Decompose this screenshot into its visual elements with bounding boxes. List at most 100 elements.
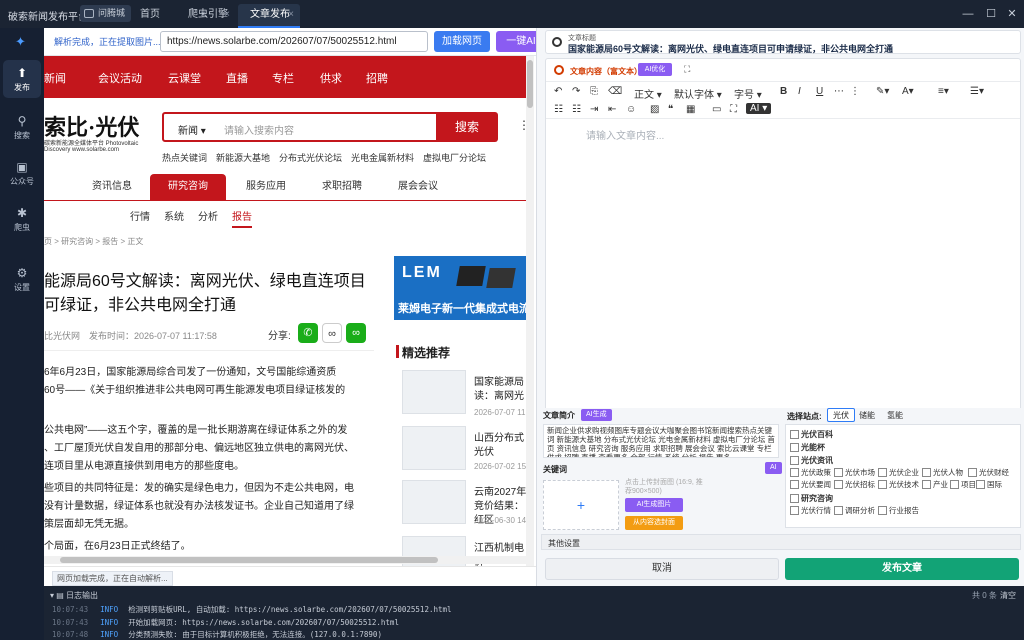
table-icon[interactable]: ▦ [686, 104, 695, 115]
site-nav-item[interactable]: 供求 [320, 70, 342, 86]
underline-icon[interactable]: U [816, 86, 823, 97]
emoji-icon[interactable]: ☺ [626, 104, 636, 115]
maximize-button[interactable]: ☐ [983, 6, 999, 22]
publish-button[interactable]: 发布文章 [785, 558, 1019, 580]
close-icon[interactable]: × [288, 4, 294, 26]
category-checkbox[interactable]: 光伏人物 [922, 467, 963, 478]
site-tab-storage[interactable]: 储能 [853, 408, 881, 422]
summary-ai-button[interactable]: AI生成 [581, 409, 612, 421]
tab-crawler[interactable]: 爬虫引擎 × [176, 4, 236, 28]
sub-tab[interactable]: 分析 [198, 208, 218, 223]
align-icon[interactable]: ≡▾ [938, 86, 949, 97]
site-tab-hydrogen[interactable]: 氢能 [881, 408, 909, 422]
site-nav-item[interactable]: 会议活动 [98, 70, 142, 86]
minimize-button[interactable]: — [960, 6, 976, 22]
site-nav-item[interactable]: 招聘 [366, 70, 388, 86]
category-checkbox[interactable]: 产业 [922, 479, 948, 490]
highlight-icon[interactable]: ✎▾ [876, 86, 889, 97]
content-input[interactable]: 请输入文章内容... [586, 127, 664, 142]
category-checkbox[interactable]: 光伏资讯 [790, 455, 833, 466]
fullscreen-icon[interactable]: ⛶ [684, 64, 690, 75]
clear-log-button[interactable]: 清空 [1000, 590, 1016, 601]
more-vertical-icon[interactable]: ⋮ [850, 86, 860, 97]
redo-icon[interactable]: ↷ [572, 86, 580, 97]
category-checkbox[interactable]: 光伏市场 [834, 467, 875, 478]
site-nav-item[interactable]: 专栏 [272, 70, 294, 86]
sidebar-item-publish[interactable]: ⬆ 发布 [3, 60, 41, 98]
sub-tab[interactable]: 系统 [164, 208, 184, 223]
wechat-share-icon[interactable]: ✆ [298, 323, 318, 343]
site-search-input[interactable]: 请输入搜索内容 [224, 122, 294, 137]
category-checkbox[interactable]: 光伏财经 [968, 467, 1009, 478]
summary-input[interactable]: 新闻企业供求购视频图库专题会议大咖聚会图书馆新闻搜索热点关键词 新能源大基地 分… [543, 424, 779, 458]
site-nav-item[interactable]: 云课堂 [168, 70, 201, 86]
breadcrumb[interactable]: 页 > 研究咨询 > 报告 > 正文 [44, 236, 143, 247]
load-page-button[interactable]: 加载网页 [434, 31, 490, 52]
site-search-button[interactable]: 搜索 [436, 112, 498, 142]
scroll-thumb[interactable] [60, 557, 438, 563]
sidebar-item-spider[interactable]: ✱ 爬虫 [3, 200, 41, 238]
image-icon[interactable]: ▨ [650, 104, 659, 115]
code-icon[interactable]: ▭ [712, 104, 721, 115]
bold-icon[interactable]: B [780, 86, 787, 97]
hot-keywords[interactable]: 热点关键词 新能源大基地 分布式光伏论坛 光电金属新材料 虚拟电厂分论坛 [162, 151, 486, 164]
cat-tab[interactable]: 求职招聘 [310, 174, 374, 200]
indent-icon[interactable]: ⇥ [590, 104, 598, 115]
cancel-button[interactable]: 取消 [545, 558, 779, 580]
location-badge[interactable]: 问腾城 [80, 5, 132, 22]
category-checkbox[interactable]: 光能杯 [790, 442, 825, 453]
category-checkbox[interactable]: 研究咨询 [790, 493, 833, 504]
line-height-icon[interactable]: ☰▾ [970, 86, 984, 97]
pick-title-text[interactable]: 山西分布式光伏 [474, 432, 530, 460]
cat-tab[interactable]: 服务应用 [234, 174, 298, 200]
url-input[interactable] [160, 31, 428, 52]
category-checkbox[interactable]: 光伏政策 [790, 467, 831, 478]
category-checkbox[interactable]: 光伏要闻 [790, 479, 831, 490]
category-checkbox[interactable]: 光伏技术 [878, 479, 919, 490]
more-icon[interactable]: ⋯ [834, 86, 844, 97]
font-size-select[interactable]: 字号 ▾ [734, 86, 762, 101]
keywords-ai-button[interactable]: AI [765, 462, 782, 474]
site-tab-pv[interactable]: 光伏 [827, 408, 855, 422]
search-category[interactable]: 新闻 ▾ [178, 122, 206, 137]
extract-cover-button[interactable]: 从内容选封面 [625, 516, 683, 530]
cat-tab[interactable]: 资讯信息 [80, 174, 144, 200]
close-button[interactable]: ✕ [1004, 6, 1020, 22]
category-checkbox[interactable]: 国际 [976, 479, 1002, 490]
pick-title-text[interactable]: 国家能源局读：离网光 [474, 376, 530, 404]
site-nav-item[interactable]: 直播 [226, 70, 248, 86]
sidebar-item-wechat[interactable]: ▣ 公众号 [3, 154, 41, 192]
sparkle-icon[interactable]: ✦ [15, 34, 26, 50]
bullet-list-icon[interactable]: ☷ [554, 104, 563, 115]
category-checkbox[interactable]: 光伏企业 [878, 467, 919, 478]
site-nav-item[interactable]: 新闻 [44, 70, 66, 86]
pick-thumbnail[interactable] [402, 480, 466, 524]
sidebar-item-search[interactable]: ⚲ 搜索 [3, 108, 41, 146]
ai-generate-image-button[interactable]: AI生成图片 [625, 498, 683, 512]
scroll-thumb[interactable] [527, 60, 533, 108]
format-painter-icon[interactable]: ⎘ [590, 86, 598, 97]
pick-thumbnail[interactable] [402, 426, 466, 470]
font-color-icon[interactable]: A▾ [902, 86, 914, 97]
category-checkbox[interactable]: 光伏百科 [790, 429, 833, 440]
tab-publish[interactable]: 文章发布 × [238, 4, 300, 28]
category-checkbox[interactable]: 光伏招标 [834, 479, 875, 490]
ai-optimize-button[interactable]: AI优化 [638, 63, 672, 76]
outdent-icon[interactable]: ⇤ [608, 104, 616, 115]
close-icon[interactable]: × [224, 4, 230, 26]
category-checkbox[interactable]: 调研分析 [834, 505, 875, 516]
sidebar-item-settings[interactable]: ⚙ 设置 [3, 260, 41, 298]
other-settings-toggle[interactable]: 其他设置 [541, 534, 1021, 550]
category-checkbox[interactable]: 项目 [950, 479, 976, 490]
link-icon[interactable]: ∞ [322, 323, 342, 343]
paragraph-style-select[interactable]: 正文 ▾ [634, 86, 662, 101]
numbered-list-icon[interactable]: ☷ [572, 104, 581, 115]
cat-tab-active[interactable]: 研究咨询 [150, 174, 226, 200]
category-checkbox[interactable]: 行业报告 [878, 505, 919, 516]
category-checkbox[interactable]: 光伏行情 [790, 505, 831, 516]
vertical-scrollbar[interactable] [526, 56, 534, 566]
quote-icon[interactable]: ❝ [668, 104, 673, 115]
cat-tab[interactable]: 展会会议 [386, 174, 450, 200]
share-link-icon[interactable]: ∞ [346, 323, 366, 343]
cover-upload[interactable]: + [543, 480, 619, 530]
